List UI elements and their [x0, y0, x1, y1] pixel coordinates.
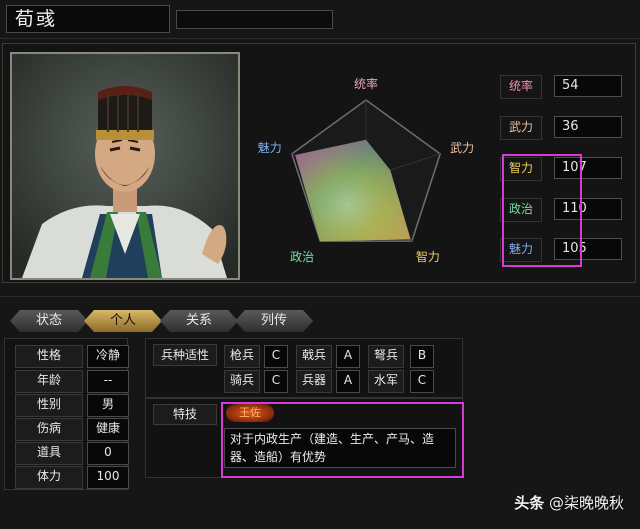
watermark-handle: @柒晚晚秋	[548, 494, 624, 512]
stat-label-leadership: 统率	[500, 75, 542, 99]
stat-value-war: 36	[554, 116, 622, 138]
tab-personal[interactable]: 个人	[84, 310, 162, 332]
personal-info-panel: 性格 冷静 年龄 -- 性别 男 伤病 健康 道具 0 体力 100	[4, 338, 129, 490]
personal-row: 年龄 --	[15, 370, 129, 393]
stat-value-leadership: 54	[554, 75, 622, 97]
radar-axis-label: 政治	[290, 250, 314, 264]
troop-rank-siege: A	[336, 370, 360, 393]
ability-radar-chart: 统率武力智力 政治 魅力	[244, 48, 488, 276]
personal-label-injury: 伤病	[15, 418, 83, 441]
personal-label-gender: 性别	[15, 394, 83, 417]
radar-axis-label: 统率	[354, 76, 378, 91]
personal-row: 性别 男	[15, 394, 129, 417]
troop-name-navy: 水军	[368, 370, 404, 393]
troop-rank-cavalry: C	[264, 370, 288, 393]
personal-row: 体力 100	[15, 466, 129, 489]
personal-row: 道具 0	[15, 442, 129, 465]
troop-rank-crossbow: B	[410, 345, 434, 368]
personal-value-gender: 男	[87, 394, 129, 417]
troop-name-cavalry: 骑兵	[224, 370, 260, 393]
personal-value-personality: 冷静	[87, 345, 129, 368]
watermark: 头条 @柒晚晚秋	[514, 492, 624, 513]
troop-name-halberd: 戟兵	[296, 345, 332, 368]
skill-header: 特技	[153, 404, 217, 425]
personal-value-stamina: 100	[87, 466, 129, 489]
section-divider	[0, 296, 640, 297]
stat-label-war: 武力	[500, 116, 542, 140]
troop-rank-halberd: A	[336, 345, 360, 368]
radar-axis-label: 魅力	[258, 140, 282, 155]
troop-rank-navy: C	[410, 370, 434, 393]
personal-value-injury: 健康	[87, 418, 129, 441]
radar-axis-label: 武力	[450, 141, 474, 155]
tab-relations[interactable]: 关系	[160, 310, 238, 332]
watermark-prefix: 头条	[514, 494, 545, 512]
troop-name-crossbow: 弩兵	[368, 345, 404, 368]
personal-label-personality: 性格	[15, 345, 83, 368]
stat-row-war: 武力 36	[500, 116, 624, 140]
troop-name-siege: 兵器	[296, 370, 332, 393]
tab-status[interactable]: 状态	[10, 310, 88, 332]
stat-row-leadership: 统率 54	[500, 75, 624, 99]
personal-label-item: 道具	[15, 442, 83, 465]
officer-portrait	[10, 52, 240, 280]
personal-row: 伤病 健康	[15, 418, 129, 441]
troop-name-spear: 枪兵	[224, 345, 260, 368]
tab-biography[interactable]: 列传	[235, 310, 313, 332]
top-divider	[0, 38, 640, 39]
personal-label-stamina: 体力	[15, 466, 83, 489]
name-extra-field	[176, 10, 333, 29]
personal-value-age: --	[87, 370, 129, 393]
radar-axis-label: 智力	[416, 249, 440, 264]
stats-highlight-box	[502, 154, 582, 267]
officer-name: 荀彧	[6, 5, 170, 33]
personal-value-item: 0	[87, 442, 129, 465]
personal-label-age: 年龄	[15, 370, 83, 393]
troop-aptitude-header: 兵种适性	[153, 344, 217, 366]
skill-highlight-box	[221, 402, 464, 478]
troop-rank-spear: C	[264, 345, 288, 368]
personal-row: 性格 冷静	[15, 345, 129, 368]
